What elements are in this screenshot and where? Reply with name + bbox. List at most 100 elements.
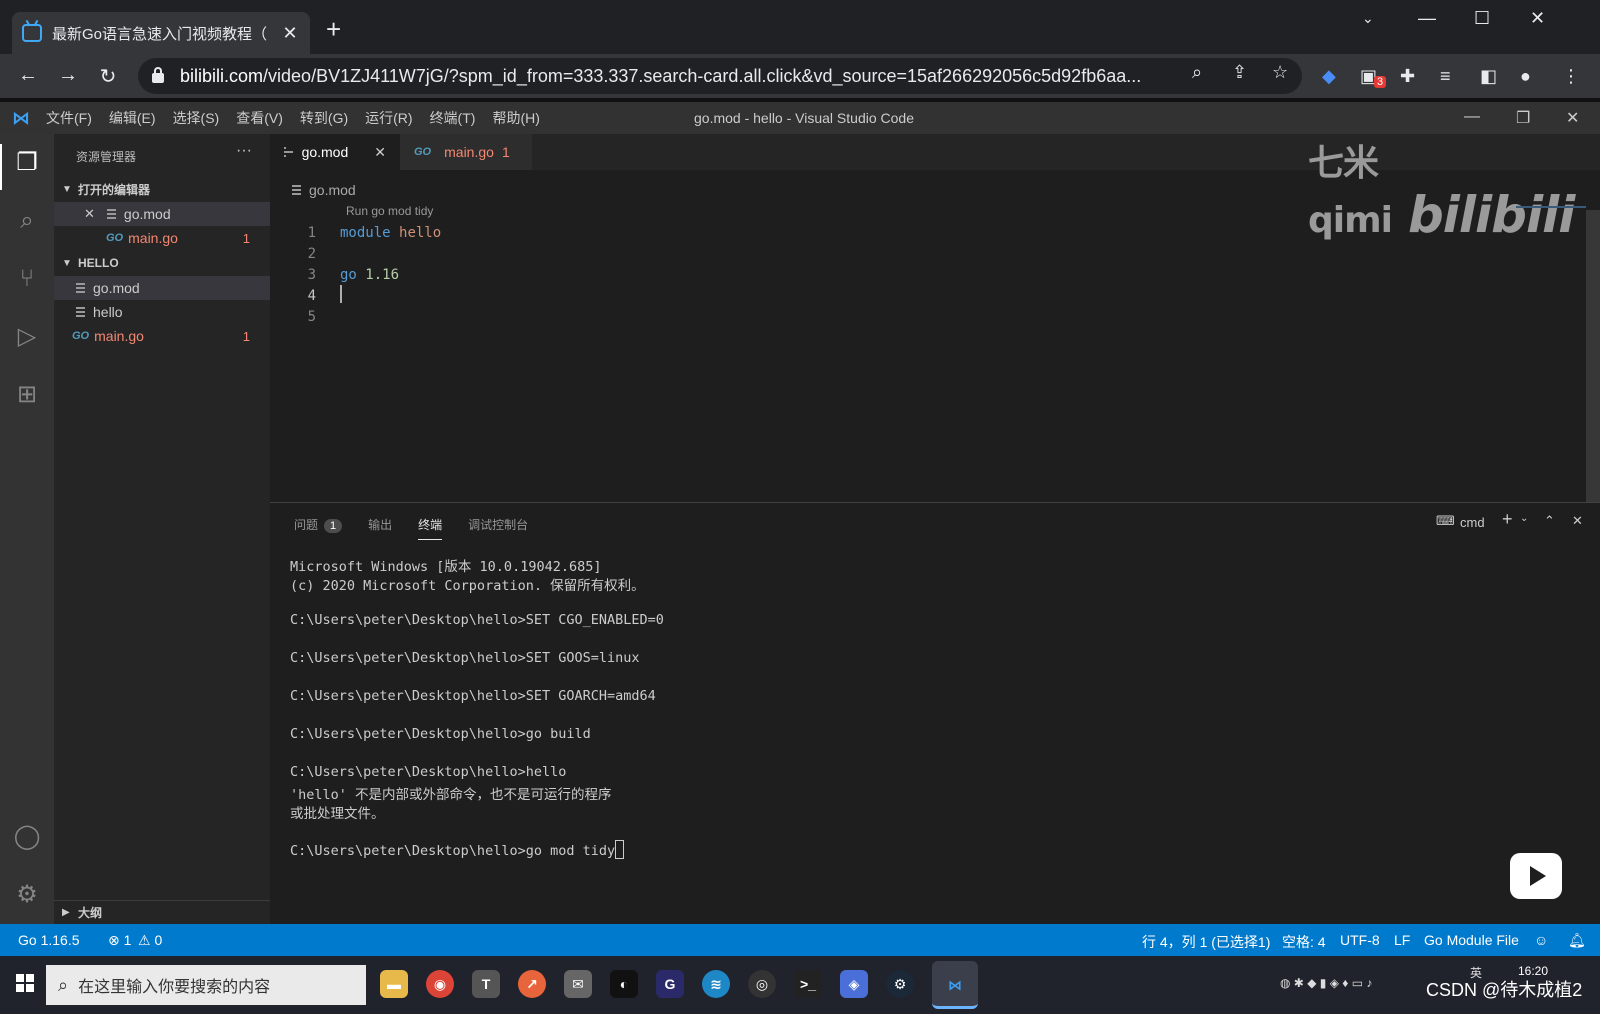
share-icon[interactable]: ⇪ xyxy=(1232,62,1247,83)
extensions-puzzle-icon[interactable]: ✚ xyxy=(1400,66,1415,87)
mail-icon[interactable]: ✉ xyxy=(564,970,592,998)
language-mode[interactable]: Go Module File xyxy=(1424,932,1519,948)
tab-terminal[interactable]: 终端 xyxy=(418,516,443,540)
menu-help[interactable]: 帮助(H) xyxy=(492,108,539,128)
new-tab-button[interactable]: + xyxy=(326,16,341,42)
vscode-window: ⋈ 文件(F) 编辑(E) 选择(S) 查看(V) 转到(G) 运行(R) 终端… xyxy=(0,102,1600,956)
terminal-output[interactable]: Microsoft Windows [版本 10.0.19042.685] (c… xyxy=(290,555,1570,859)
tree-item-label: go.mod xyxy=(93,280,140,296)
close-editor-icon[interactable]: ✕ xyxy=(84,206,95,222)
tree-item-main-go[interactable]: GO main.go 1 xyxy=(54,324,270,348)
search-icon[interactable]: ⌕ xyxy=(12,206,42,236)
open-editors-section[interactable]: ▼ 打开的编辑器 xyxy=(54,178,270,200)
open-editor-go-mod[interactable]: ✕ go.mod xyxy=(54,202,270,226)
tree-item-hello[interactable]: hello xyxy=(54,300,270,324)
chrome-icon[interactable]: ◉ xyxy=(426,970,454,998)
feedback-icon[interactable]: ☺ xyxy=(1534,932,1548,948)
menu-selection[interactable]: 选择(S) xyxy=(173,108,220,128)
tab-go-mod[interactable]: go.mod ✕ xyxy=(270,134,400,170)
system-tray-icons[interactable]: ◍ ✱ ◆ ▮ ◈ ♦ ▭ ♪ xyxy=(1280,976,1372,990)
minimap[interactable] xyxy=(1516,206,1586,208)
menu-edit[interactable]: 编辑(E) xyxy=(109,108,156,128)
menu-go[interactable]: 转到(G) xyxy=(300,108,348,128)
reload-icon[interactable]: ↻ xyxy=(96,64,120,89)
browser-tab[interactable]: 最新Go语言急速入门视频教程（ ✕ xyxy=(12,12,310,54)
tab-close-icon[interactable]: ✕ xyxy=(374,144,386,161)
extension-shield-icon[interactable]: ◆ xyxy=(1322,66,1336,87)
browser-menu-icon[interactable]: ⋮ xyxy=(1562,66,1580,87)
tab-debug-console[interactable]: 调试控制台 xyxy=(468,516,528,533)
maximize-panel-icon[interactable]: ⌃ xyxy=(1544,513,1555,529)
explorer-icon[interactable]: ❐ xyxy=(12,148,42,178)
vscode-minimize-icon[interactable]: — xyxy=(1464,108,1480,126)
maximize-icon[interactable]: ☐ xyxy=(1474,8,1490,29)
indentation-status[interactable]: 空格: 4 xyxy=(1282,932,1326,952)
tab-main-go[interactable]: GO main.go 1 xyxy=(400,134,532,170)
outline-section[interactable]: ▶ 大纲 xyxy=(54,900,270,924)
tree-item-go-mod[interactable]: go.mod xyxy=(54,276,270,300)
chevron-down-icon[interactable]: ⌄ xyxy=(1520,513,1528,524)
side-panel-icon[interactable]: ◧ xyxy=(1480,66,1497,87)
warnings-status[interactable]: ⚠ 0 xyxy=(138,932,162,949)
notifications-bell-icon[interactable]: 🔔︎ xyxy=(1568,932,1586,949)
terminal-line: C:\Users\peter\Desktop\hello>SET GOOS=li… xyxy=(290,650,640,666)
tab-output[interactable]: 输出 xyxy=(368,516,392,533)
menu-run[interactable]: 运行(R) xyxy=(365,108,412,128)
folder-section-hello[interactable]: ▼ HELLO xyxy=(54,252,270,274)
menu-file[interactable]: 文件(F) xyxy=(46,108,92,128)
settings-gear-icon[interactable]: ⚙ xyxy=(12,880,42,910)
source-control-icon[interactable]: ⑂ xyxy=(12,264,42,294)
app-window-icon[interactable]: ◈ xyxy=(840,970,868,998)
media-queue-icon[interactable]: ≡ xyxy=(1440,66,1451,87)
code-editor[interactable]: 1 module hello 2 3 go 1.16 4 5 xyxy=(270,222,1580,327)
forward-icon[interactable]: → xyxy=(56,64,80,87)
go-version-status[interactable]: Go 1.16.5 xyxy=(18,932,80,948)
docker-icon[interactable]: ≋ xyxy=(702,970,730,998)
back-icon[interactable]: ← xyxy=(16,64,40,87)
errors-status[interactable]: ⊗ 1 xyxy=(108,932,131,949)
accounts-icon[interactable]: ◯ xyxy=(12,822,42,852)
eol-status[interactable]: LF xyxy=(1394,932,1410,948)
steam-icon[interactable]: ⚙ xyxy=(886,970,914,998)
menu-terminal[interactable]: 终端(T) xyxy=(430,108,476,128)
profile-avatar-icon[interactable]: ● xyxy=(1520,66,1531,87)
qq-penguin-icon[interactable]: ◐ xyxy=(610,970,638,998)
codelens-run-go-mod-tidy[interactable]: Run go mod tidy xyxy=(346,204,433,218)
menu-view[interactable]: 查看(V) xyxy=(236,108,283,128)
terminal-app-icon[interactable]: >_ xyxy=(794,970,822,998)
typora-icon[interactable]: T xyxy=(472,970,500,998)
lock-icon[interactable] xyxy=(152,67,164,83)
extensions-icon[interactable]: ⊞ xyxy=(12,380,42,410)
terminal-shell-select[interactable]: cmd xyxy=(1460,515,1485,530)
obs-icon[interactable]: ◎ xyxy=(748,970,776,998)
vscode-restore-icon[interactable]: ❐ xyxy=(1516,108,1530,128)
breadcrumb-file[interactable]: go.mod xyxy=(309,182,356,198)
open-editor-main-go[interactable]: GO main.go 1 xyxy=(54,226,270,250)
goland-icon[interactable]: G xyxy=(656,970,684,998)
tab-search-icon[interactable]: ⌄ xyxy=(1362,10,1374,27)
cursor-position[interactable]: 行 4，列 1 (已选择1) xyxy=(1142,932,1270,952)
address-bar[interactable]: bilibili.com/video/BV1ZJ411W7jG/?spm_id_… xyxy=(138,58,1302,94)
breadcrumb[interactable]: go.mod xyxy=(292,182,356,198)
minimize-icon[interactable]: — xyxy=(1418,8,1436,29)
close-window-icon[interactable]: ✕ xyxy=(1530,8,1545,29)
file-explorer-icon[interactable]: ▬ xyxy=(380,970,408,998)
vscode-taskbar-icon[interactable]: ⋈ xyxy=(932,961,978,1009)
vscode-close-icon[interactable]: ✕ xyxy=(1566,108,1579,128)
editor-scrollbar[interactable] xyxy=(1586,210,1600,522)
url-text[interactable]: bilibili.com/video/BV1ZJ411W7jG/?spm_id_… xyxy=(180,66,1180,87)
postman-icon[interactable]: ↗ xyxy=(518,970,546,998)
encoding-status[interactable]: UTF-8 xyxy=(1340,932,1380,948)
new-terminal-icon[interactable]: + xyxy=(1502,509,1513,530)
run-debug-icon[interactable]: ▷ xyxy=(12,322,42,352)
tab-close-icon[interactable]: ✕ xyxy=(280,23,300,44)
windows-start-icon[interactable] xyxy=(16,974,34,992)
tab-problems[interactable]: 问题 1 xyxy=(294,516,343,533)
zoom-icon[interactable]: ⌕ xyxy=(1192,62,1202,83)
taskbar-search-box[interactable]: ⌕ 在这里输入你要搜索的内容 xyxy=(46,965,366,1005)
more-actions-icon[interactable]: ··· xyxy=(236,142,252,160)
open-editor-label: main.go xyxy=(128,230,178,246)
terminal-prompt-line[interactable]: C:\Users\peter\Desktop\hello>go mod tidy xyxy=(290,840,1570,859)
close-panel-icon[interactable]: ✕ xyxy=(1572,513,1583,529)
bookmark-star-icon[interactable]: ☆ xyxy=(1272,62,1288,83)
